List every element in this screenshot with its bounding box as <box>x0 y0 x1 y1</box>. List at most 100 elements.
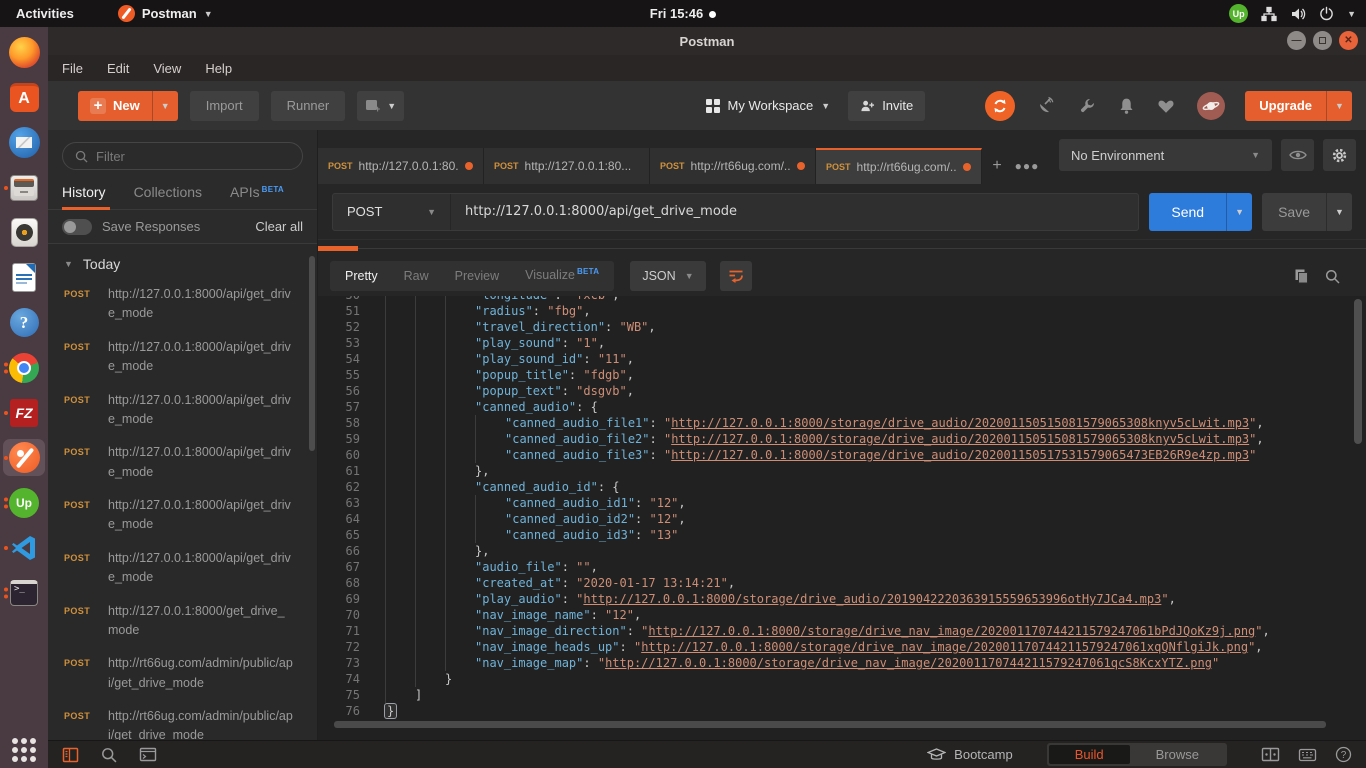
history-item[interactable]: POSThttp://rt66ug.com/admin/public/api/g… <box>48 700 317 740</box>
new-dropdown-arrow[interactable]: ▼ <box>152 91 178 121</box>
upgrade-dropdown-arrow[interactable]: ▼ <box>1326 91 1352 121</box>
dock-item-filezilla[interactable]: FZ <box>3 394 45 431</box>
menu-help[interactable]: Help <box>193 61 244 76</box>
workspace-switcher[interactable]: My Workspace ▼ <box>706 98 831 113</box>
history-item[interactable]: POSThttp://127.0.0.1:8000/api/get_drive_… <box>48 384 317 437</box>
volume-icon[interactable] <box>1290 6 1306 22</box>
history-item[interactable]: POSThttp://127.0.0.1:8000/api/get_drive_… <box>48 542 317 595</box>
minimize-button[interactable]: — <box>1287 31 1306 50</box>
new-window-button[interactable]: + ▼ <box>357 91 404 121</box>
history-item[interactable]: POSThttp://127.0.0.1:8000/get_drive_mode <box>48 595 317 648</box>
help-button[interactable]: ? <box>1335 746 1352 763</box>
history-group-today[interactable]: ▼ Today <box>48 244 317 278</box>
save-button[interactable]: Save ▼ <box>1262 193 1352 231</box>
avatar[interactable] <box>1197 92 1225 120</box>
network-icon[interactable] <box>1261 6 1277 22</box>
upwork-badge-icon[interactable]: Up <box>1229 4 1248 23</box>
bootcamp-button[interactable]: Bootcamp <box>927 747 1013 762</box>
dock-item-libreoffice-writer[interactable] <box>3 259 45 296</box>
dock-item-rhythmbox[interactable] <box>3 214 45 251</box>
dock-item-postman[interactable] <box>3 439 45 476</box>
menu-edit[interactable]: Edit <box>95 61 141 76</box>
dock-item-vscode[interactable] <box>3 529 45 566</box>
tab-collections[interactable]: Collections <box>134 184 212 209</box>
bell-icon[interactable] <box>1118 97 1135 115</box>
dock-item-chrome[interactable] <box>3 349 45 386</box>
copy-button[interactable] <box>1294 268 1309 284</box>
view-pretty[interactable]: Pretty <box>332 261 391 291</box>
browse-tab[interactable]: Browse <box>1130 745 1225 764</box>
dock-item-ubuntu-software[interactable]: A <box>3 79 45 116</box>
json-link[interactable]: http://127.0.0.1:8000/storage/drive_audi… <box>583 592 1161 606</box>
json-link[interactable]: http://127.0.0.1:8000/storage/drive_audi… <box>671 432 1249 446</box>
filter-input[interactable]: Filter <box>62 142 303 170</box>
view-preview[interactable]: Preview <box>442 261 512 291</box>
request-tab[interactable]: POSThttp://rt66ug.com/... <box>816 148 982 184</box>
dock-item-help[interactable]: ? <box>3 304 45 341</box>
url-input[interactable]: http://127.0.0.1:8000/api/get_drive_mode <box>451 204 751 219</box>
request-tab[interactable]: POSThttp://127.0.0.1:80... <box>484 148 650 184</box>
satellite-icon[interactable] <box>1037 96 1056 115</box>
send-button[interactable]: Send ▼ <box>1149 193 1252 231</box>
window-title-bar[interactable]: Postman — ✕ <box>48 27 1366 55</box>
history-item[interactable]: POSThttp://127.0.0.1:8000/api/get_drive_… <box>48 436 317 489</box>
save-responses-toggle[interactable] <box>62 219 92 235</box>
save-dropdown-arrow[interactable]: ▼ <box>1326 193 1352 231</box>
build-tab[interactable]: Build <box>1049 745 1130 764</box>
send-dropdown-arrow[interactable]: ▼ <box>1226 193 1252 231</box>
json-link[interactable]: http://127.0.0.1:8000/storage/drive_nav_… <box>648 624 1255 638</box>
method-selector[interactable]: POST ▼ <box>333 194 451 230</box>
view-raw[interactable]: Raw <box>391 261 442 291</box>
tab-apis[interactable]: APIsBETA <box>230 184 294 209</box>
clear-all-link[interactable]: Clear all <box>255 219 303 234</box>
dock-item-firefox[interactable] <box>3 34 45 71</box>
json-link[interactable]: http://127.0.0.1:8000/storage/drive_audi… <box>671 416 1249 430</box>
sync-icon[interactable] <box>985 91 1015 121</box>
import-button[interactable]: Import <box>190 91 259 121</box>
dock-item-app-grid[interactable] <box>3 731 45 768</box>
tab-options-button[interactable]: ●●● <box>1012 148 1042 184</box>
environment-settings-button[interactable] <box>1323 139 1356 171</box>
menu-view[interactable]: View <box>141 61 193 76</box>
view-visualize[interactable]: VisualizeBETA <box>512 260 612 292</box>
history-item[interactable]: POSThttp://127.0.0.1:8000/api/get_drive_… <box>48 331 317 384</box>
history-item[interactable]: POSThttp://rt66ug.com/admin/public/api/g… <box>48 647 317 700</box>
tab-history[interactable]: History <box>62 184 116 209</box>
dock-item-thunderbird[interactable] <box>3 124 45 161</box>
shortcuts-button[interactable] <box>1298 748 1317 762</box>
history-item[interactable]: POSThttp://127.0.0.1:8000/api/get_drive_… <box>48 489 317 542</box>
request-tab[interactable]: POSThttp://127.0.0.1:80... <box>318 148 484 184</box>
find-button[interactable] <box>101 747 117 763</box>
beautify-button[interactable] <box>720 261 752 291</box>
response-body[interactable]: 50"longitude": "fxcb",51"radius": "fbg",… <box>318 296 1366 740</box>
console-button[interactable] <box>139 747 157 762</box>
new-button[interactable]: +New ▼ <box>78 91 178 121</box>
open-new-tab-button[interactable]: + <box>982 148 1012 184</box>
close-button[interactable]: ✕ <box>1339 31 1358 50</box>
json-link[interactable]: http://127.0.0.1:8000/storage/drive_nav_… <box>641 640 1248 654</box>
upgrade-button[interactable]: Upgrade ▼ <box>1245 91 1352 121</box>
chevron-down-icon[interactable]: ▼ <box>1347 9 1356 19</box>
json-link[interactable]: http://127.0.0.1:8000/storage/drive_audi… <box>671 448 1249 462</box>
invite-button[interactable]: Invite <box>848 91 925 121</box>
dock-item-terminal[interactable]: >_ <box>3 574 45 611</box>
heart-icon[interactable] <box>1157 98 1175 114</box>
dock-item-file-manager[interactable] <box>3 169 45 206</box>
menu-file[interactable]: File <box>48 61 95 76</box>
environment-quick-look-button[interactable] <box>1281 139 1314 171</box>
clock[interactable]: Fri 15:46 <box>0 6 1366 21</box>
dock-item-upwork[interactable]: Up <box>3 484 45 521</box>
two-pane-view-button[interactable] <box>1261 747 1280 762</box>
vertical-scrollbar[interactable] <box>1354 299 1362 444</box>
power-icon[interactable] <box>1319 6 1334 21</box>
runner-button[interactable]: Runner <box>271 91 346 121</box>
history-item[interactable]: POSThttp://127.0.0.1:8000/api/get_drive_… <box>48 278 317 331</box>
maximize-button[interactable] <box>1313 31 1332 50</box>
json-link[interactable]: http://127.0.0.1:8000/storage/drive_nav_… <box>605 656 1212 670</box>
toggle-sidebar-button[interactable] <box>62 747 79 763</box>
wrench-icon[interactable] <box>1078 97 1096 115</box>
search-response-button[interactable] <box>1325 269 1340 284</box>
sidebar-scrollbar[interactable] <box>309 256 315 451</box>
format-selector[interactable]: JSON ▼ <box>630 261 705 291</box>
request-tab[interactable]: POSThttp://rt66ug.com/... <box>650 148 816 184</box>
